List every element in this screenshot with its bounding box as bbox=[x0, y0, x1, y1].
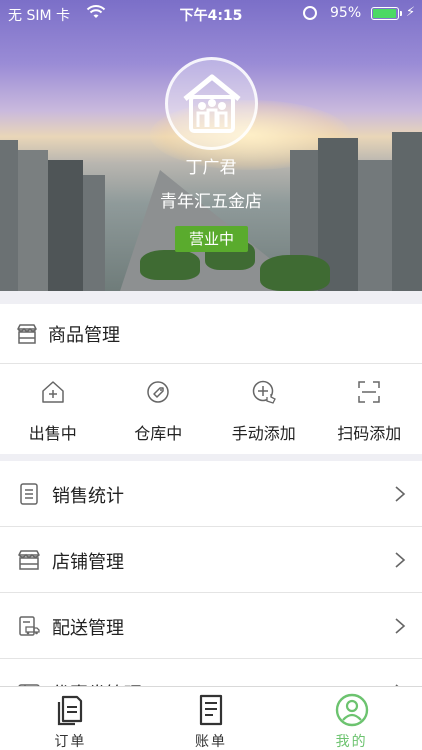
store-name: 青年汇五金店 bbox=[160, 192, 262, 212]
manual-add-button[interactable]: 手动添加 bbox=[211, 365, 317, 454]
manual-add-label: 手动添加 bbox=[231, 424, 296, 443]
scan-add-label: 扫码添加 bbox=[337, 424, 402, 443]
chevron-right-icon bbox=[395, 552, 406, 568]
goods-management-title: 商品管理 bbox=[48, 325, 120, 346]
document-icon bbox=[20, 483, 38, 505]
chevron-right-icon bbox=[395, 618, 406, 634]
add-hand-icon bbox=[252, 380, 276, 404]
tab-profile[interactable]: 我的 bbox=[281, 687, 422, 750]
delivery-icon bbox=[19, 616, 40, 636]
family-house-icon bbox=[182, 74, 241, 133]
menu-item-delivery-management[interactable]: 配送管理 bbox=[0, 593, 422, 659]
store-header-banner: 无 SIM 卡 下午4:15 95% ⚡ 丁广君 青年汇五金店 营业中 bbox=[0, 0, 422, 291]
warehouse-button[interactable]: 仓库中 bbox=[106, 365, 212, 454]
charging-icon: ⚡ bbox=[406, 5, 416, 20]
tab-label: 我的 bbox=[335, 734, 368, 750]
goods-management-card: 商品管理 出售中 仓库中 手动添加 扫码添加 bbox=[0, 304, 422, 454]
tag-icon bbox=[147, 381, 169, 403]
menu-item-store-management[interactable]: 店铺管理 bbox=[0, 527, 422, 593]
shop-icon bbox=[17, 324, 37, 344]
menu-item-label: 配送管理 bbox=[52, 618, 124, 639]
tab-bill[interactable]: 账单 bbox=[141, 687, 282, 750]
goods-actions-row: 出售中 仓库中 手动添加 扫码添加 bbox=[0, 365, 422, 454]
tab-orders[interactable]: 订单 bbox=[0, 687, 141, 750]
house-plus-icon bbox=[42, 381, 64, 403]
on-sale-button[interactable]: 出售中 bbox=[0, 365, 106, 454]
app-root: 无 SIM 卡 下午4:15 95% ⚡ 丁广君 青年汇五金店 营业中 商品管理… bbox=[0, 0, 422, 750]
rotation-lock-icon bbox=[303, 6, 317, 20]
profile-icon bbox=[335, 693, 368, 727]
menu-item-label: 销售统计 bbox=[52, 486, 124, 507]
scan-add-button[interactable]: 扫码添加 bbox=[317, 365, 422, 454]
menu-item-label: 店铺管理 bbox=[52, 552, 124, 573]
store-avatar[interactable] bbox=[165, 57, 258, 150]
menu-item-sales-stats[interactable]: 销售统计 bbox=[0, 461, 422, 527]
bill-icon bbox=[199, 694, 223, 726]
goods-management-header: 商品管理 bbox=[0, 304, 422, 364]
status-bar: 无 SIM 卡 下午4:15 95% ⚡ bbox=[0, 0, 422, 28]
tab-label: 订单 bbox=[54, 734, 87, 750]
battery-icon bbox=[371, 7, 399, 20]
tab-label: 账单 bbox=[195, 734, 227, 750]
tab-bar: 订单 账单 我的 bbox=[0, 686, 422, 750]
store-owner-name: 丁广君 bbox=[185, 158, 237, 178]
scan-icon bbox=[358, 381, 380, 403]
battery-percent: 95% bbox=[330, 5, 362, 21]
orders-icon bbox=[58, 695, 83, 726]
store-status-badge[interactable]: 营业中 bbox=[175, 226, 248, 252]
shop-icon bbox=[18, 550, 40, 570]
on-sale-label: 出售中 bbox=[28, 424, 77, 443]
warehouse-label: 仓库中 bbox=[134, 424, 183, 443]
chevron-right-icon bbox=[395, 486, 406, 502]
